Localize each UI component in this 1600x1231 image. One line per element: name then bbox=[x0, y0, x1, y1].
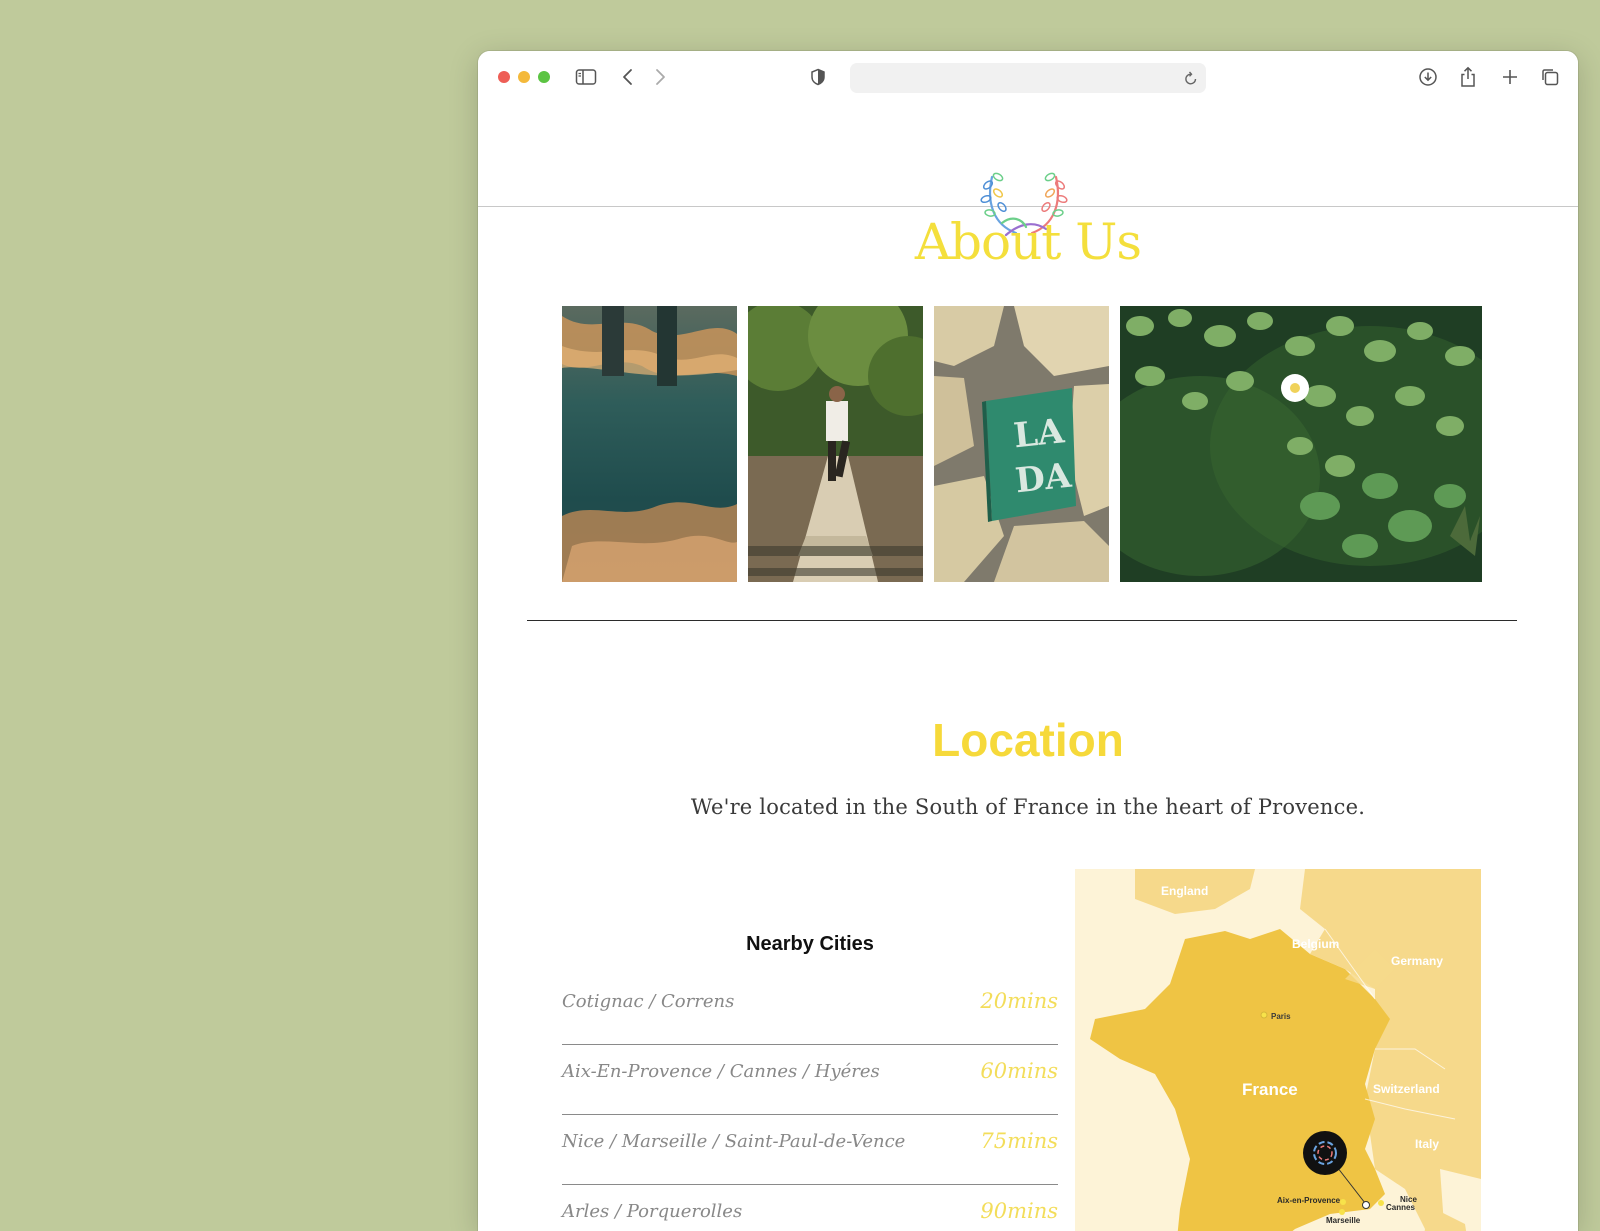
list-item: Cotignac / Correns 20mins bbox=[562, 975, 1058, 1045]
browser-window: About Us LA DA Location We're located in… bbox=[478, 51, 1578, 1231]
new-tab-icon[interactable] bbox=[1498, 65, 1522, 89]
travel-time: 75mins bbox=[980, 1129, 1058, 1153]
nearby-cities-list: Cotignac / Correns 20mins Aix-En-Provenc… bbox=[562, 975, 1058, 1231]
download-icon[interactable] bbox=[1416, 65, 1440, 89]
travel-time: 60mins bbox=[980, 1059, 1058, 1083]
sidebar-toggle-icon[interactable] bbox=[574, 65, 598, 89]
map-label-switzerland: Switzerland bbox=[1373, 1082, 1440, 1096]
reload-icon[interactable] bbox=[1184, 70, 1198, 91]
about-us-heading: About Us bbox=[914, 213, 1142, 271]
section-divider bbox=[527, 620, 1517, 621]
map-label-germany: Germany bbox=[1391, 954, 1443, 968]
travel-time: 20mins bbox=[980, 989, 1058, 1013]
address-bar[interactable] bbox=[850, 63, 1206, 93]
forward-icon[interactable] bbox=[648, 65, 672, 89]
photo-garden-path[interactable] bbox=[748, 306, 923, 582]
share-icon[interactable] bbox=[1456, 65, 1480, 89]
list-item: Aix-En-Provence / Cannes / Hyéres 60mins bbox=[562, 1045, 1058, 1115]
web-page: About Us LA DA Location We're located in… bbox=[478, 103, 1578, 1231]
nearby-cities-heading: Nearby Cities bbox=[746, 933, 874, 955]
minimize-window-button[interactable] bbox=[518, 71, 530, 83]
map-label-belgium: Belgium bbox=[1292, 937, 1339, 951]
map-label-cannes: Cannes bbox=[1386, 1203, 1415, 1212]
photo-water-reflection[interactable] bbox=[562, 306, 737, 582]
browser-toolbar bbox=[478, 51, 1578, 103]
city-name: Cotignac / Correns bbox=[562, 991, 735, 1012]
list-item: Arles / Porquerolles 90mins bbox=[562, 1185, 1058, 1231]
map-label-paris: Paris bbox=[1271, 1012, 1291, 1021]
svg-text:DA: DA bbox=[1013, 456, 1073, 502]
svg-text:LA: LA bbox=[1012, 411, 1067, 456]
map-label-france: France bbox=[1242, 1080, 1298, 1099]
tab-overview-icon[interactable] bbox=[1538, 65, 1562, 89]
city-name: Aix-En-Provence / Cannes / Hyéres bbox=[562, 1061, 880, 1082]
map-label-aix: Aix-en-Provence bbox=[1277, 1196, 1341, 1205]
location-subtitle: We're located in the South of France in … bbox=[690, 795, 1366, 819]
privacy-shield-icon[interactable] bbox=[806, 65, 830, 89]
photo-water-lilies[interactable] bbox=[1120, 306, 1482, 582]
close-window-button[interactable] bbox=[498, 71, 510, 83]
photo-stone-wall-book[interactable]: LA DA bbox=[934, 306, 1109, 582]
map-label-italy: Italy bbox=[1415, 1137, 1439, 1151]
zoom-window-button[interactable] bbox=[538, 71, 550, 83]
city-name: Nice / Marseille / Saint-Paul-de-Vence bbox=[562, 1131, 906, 1152]
map-label-marseille: Marseille bbox=[1326, 1216, 1361, 1225]
location-marker[interactable] bbox=[1303, 1131, 1347, 1175]
back-icon[interactable] bbox=[616, 65, 640, 89]
location-map[interactable]: England Belgium Germany Paris France Swi… bbox=[1075, 869, 1481, 1231]
map-label-england: England bbox=[1161, 884, 1208, 898]
travel-time: 90mins bbox=[980, 1199, 1058, 1223]
location-heading: Location bbox=[932, 714, 1124, 766]
list-item: Nice / Marseille / Saint-Paul-de-Vence 7… bbox=[562, 1115, 1058, 1185]
city-name: Arles / Porquerolles bbox=[562, 1201, 743, 1222]
